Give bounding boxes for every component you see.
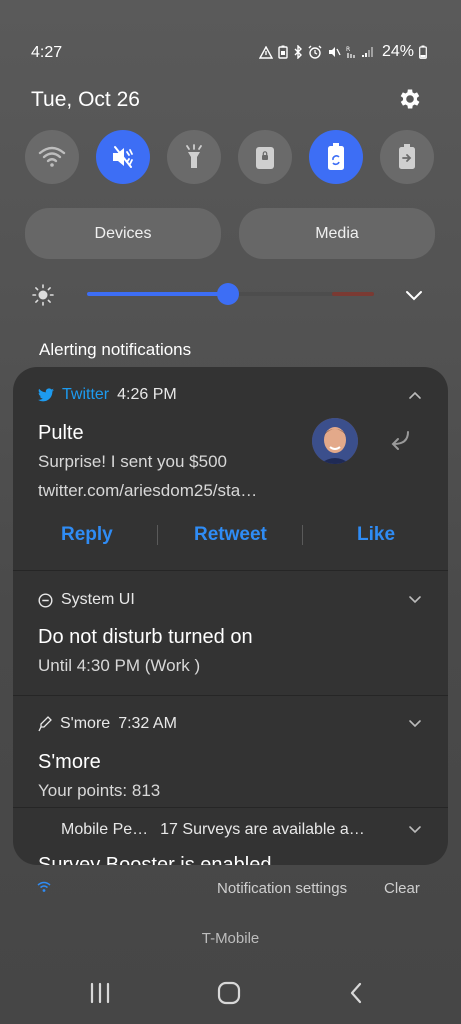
mobile-pe-title: Survey Booster is enabled [38, 854, 272, 865]
devices-button[interactable]: Devices [25, 208, 221, 259]
battery-recycle-icon [328, 143, 344, 170]
mobile-pe-app-row: Mobile Pe… 17 Surveys are available a… [61, 821, 365, 839]
system-ui-app-row: System UI [38, 591, 135, 609]
system-ui-text: Until 4:30 PM (Work ) [38, 656, 201, 675]
notification-panel: Twitter 4:26 PM Pulte Surprise! I sent y… [13, 367, 448, 865]
mobile-pe-notification[interactable]: Mobile Pe… 17 Surveys are available a… S… [13, 808, 448, 865]
wifi-icon [37, 881, 51, 892]
svg-text:R: R [346, 46, 350, 53]
smore-app-name: S'more [60, 715, 111, 732]
twitter-time: 4:26 PM [117, 386, 177, 403]
clear-button[interactable]: Clear [384, 880, 420, 897]
reply-button[interactable]: Reply [61, 524, 113, 546]
brightness-fill [87, 292, 228, 296]
brightness-extra-segment [332, 292, 374, 296]
battery-share-icon [399, 144, 415, 169]
notification-settings-button[interactable]: Notification settings [217, 880, 347, 897]
status-time: 4:27 [31, 44, 63, 61]
toggle-power-saving[interactable] [309, 130, 363, 184]
toggle-battery-share[interactable] [380, 130, 434, 184]
quick-toggles [25, 130, 435, 185]
avatar [312, 418, 358, 464]
chevron-down-icon[interactable] [408, 595, 422, 605]
wifi-icon [38, 146, 66, 167]
smore-text: Your points: 813 [38, 781, 161, 800]
back-icon[interactable] [346, 981, 366, 1005]
system-ui-title: Do not disturb turned on [38, 626, 253, 648]
gear-icon[interactable] [397, 86, 423, 112]
bluetooth-icon [294, 45, 302, 59]
signal-icon [362, 47, 373, 57]
chevron-down-icon[interactable] [408, 719, 422, 729]
mobile-pe-text: 17 Surveys are available a… [160, 821, 365, 838]
status-icons: R 24% [258, 43, 427, 61]
system-ui-notification[interactable]: System UI Do not disturb turned on Until… [13, 571, 448, 695]
carrier-label: T-Mobile [201, 930, 260, 947]
twitter-text: Surprise! I sent you $500 [38, 452, 228, 471]
brightness-icon [32, 284, 54, 306]
toggle-flashlight[interactable] [167, 130, 221, 184]
chevron-down-icon[interactable] [408, 825, 422, 835]
twitter-title: Pulte [38, 422, 84, 444]
volte-icon: R [346, 46, 355, 58]
toggle-mute[interactable] [96, 130, 150, 184]
chevron-down-icon[interactable] [404, 288, 424, 302]
flashlight-icon [186, 144, 202, 168]
reply-arrow-icon[interactable] [386, 428, 412, 452]
twitter-app-name: Twitter [62, 386, 110, 403]
twitter-bird-icon [38, 388, 54, 402]
lock-icon [256, 147, 274, 169]
action-separator [302, 525, 303, 545]
recent-apps-icon[interactable] [89, 981, 111, 1005]
smore-app-row: S'more 7:32 AM [38, 715, 177, 733]
status-bar: 4:27 R 24% [0, 0, 461, 61]
brightness-slider[interactable] [87, 283, 374, 305]
alert-triangle-icon [258, 45, 273, 59]
do-not-disturb-icon [38, 592, 53, 608]
system-ui-app-name: System UI [61, 591, 135, 608]
brightness-thumb[interactable] [217, 283, 239, 305]
mute-icon [328, 47, 341, 57]
mobile-pe-app-name: Mobile Pe… [61, 821, 149, 838]
toggle-wifi[interactable] [25, 130, 79, 184]
twitter-link: twitter.com/ariesdom25/sta… [38, 481, 258, 500]
toggle-secure-folder[interactable] [238, 130, 292, 184]
home-icon[interactable] [216, 981, 242, 1005]
smore-title: S'more [38, 751, 101, 773]
mute-icon [113, 146, 133, 168]
action-separator [157, 525, 158, 545]
retweet-button[interactable]: Retweet [194, 524, 267, 546]
like-button[interactable]: Like [357, 524, 395, 546]
twitter-app-row: Twitter 4:26 PM [38, 386, 177, 404]
alerting-notifications-header: Alerting notifications [39, 340, 192, 359]
battery-saver-icon [278, 45, 288, 59]
date-label: Tue, Oct 26 [31, 88, 140, 111]
twitter-notification[interactable]: Twitter 4:26 PM Pulte Surprise! I sent y… [13, 367, 448, 570]
smore-time: 7:32 AM [118, 715, 177, 732]
smore-notification[interactable]: S'more 7:32 AM S'more Your points: 813 [13, 696, 448, 806]
battery-percentage: 24% [381, 43, 414, 60]
smore-app-icon [38, 716, 52, 732]
navigation-bar [0, 965, 461, 1024]
chevron-up-icon[interactable] [408, 390, 422, 400]
alarm-icon [308, 45, 322, 59]
media-button[interactable]: Media [239, 208, 435, 259]
battery-icon [419, 45, 427, 59]
